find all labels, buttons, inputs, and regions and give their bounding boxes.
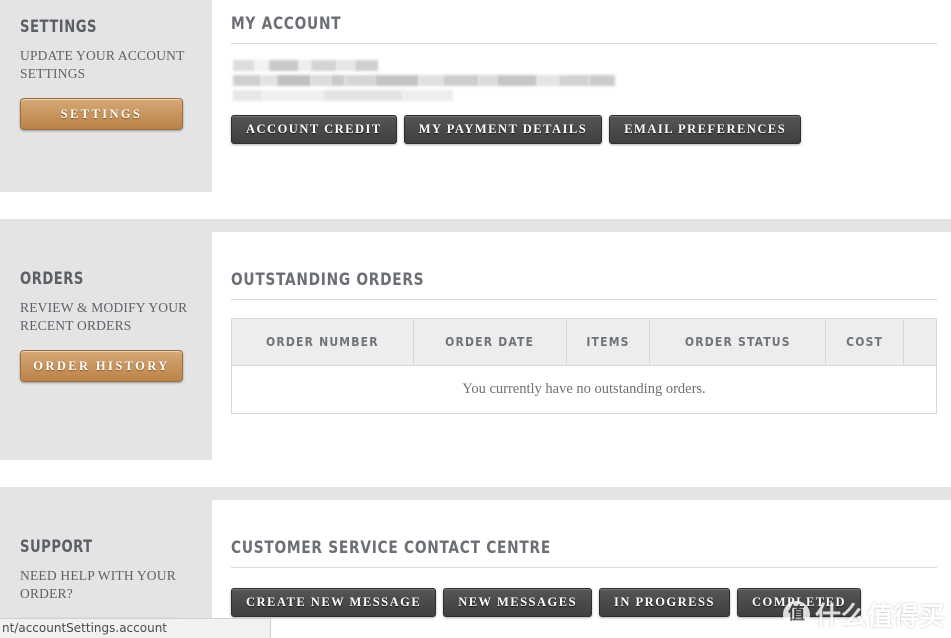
sidebar-title-support: SUPPORT — [20, 537, 93, 557]
redacted-line — [233, 75, 937, 86]
column-order-number: ORDER NUMBER — [231, 318, 414, 366]
new-messages-button[interactable]: NEW MESSAGES — [443, 588, 593, 617]
column-order-date: ORDER DATE — [412, 318, 567, 366]
support-action-buttons: CREATE NEW MESSAGE NEW MESSAGES IN PROGR… — [231, 588, 937, 617]
panel-my-account: MY ACCOUNT ACCOUNT CREDIT MY PAYMENT DET… — [212, 0, 951, 192]
sidebar-settings: SETTINGS UPDATE YOUR ACCOUNT SETTINGS SE… — [0, 0, 212, 192]
email-preferences-button[interactable]: EMAIL PREFERENCES — [609, 115, 802, 144]
settings-button[interactable]: SETTINGS — [20, 98, 183, 131]
account-credit-button[interactable]: ACCOUNT CREDIT — [231, 115, 397, 144]
section-settings: SETTINGS UPDATE YOUR ACCOUNT SETTINGS SE… — [0, 0, 951, 192]
sidebar-orders: ORDERS REVIEW & MODIFY YOUR RECENT ORDER… — [0, 232, 212, 460]
order-history-button[interactable]: ORDER HISTORY — [20, 350, 183, 383]
redacted-line — [233, 60, 937, 71]
sidebar-title-settings: SETTINGS — [20, 17, 98, 37]
panel-divider — [231, 43, 937, 44]
table-header-row: ORDER NUMBER ORDER DATE ITEMS ORDER STAT… — [231, 318, 937, 366]
column-order-status: ORDER STATUS — [649, 318, 827, 366]
panel-divider — [231, 567, 937, 568]
panel-title-outstanding-orders: OUTSTANDING ORDERS — [231, 270, 425, 290]
table-empty-row: You currently have no outstanding orders… — [231, 365, 937, 414]
empty-orders-message: You currently have no outstanding orders… — [231, 365, 937, 414]
sidebar-description-support: NEED HELP WITH YOUR ORDER? — [20, 567, 176, 601]
completed-button[interactable]: COMPLETED — [736, 588, 861, 617]
section-gap-gray-2 — [0, 487, 951, 500]
column-actions — [903, 318, 937, 366]
in-progress-button[interactable]: IN PROGRESS — [599, 588, 730, 617]
panel-outstanding-orders: OUTSTANDING ORDERS ORDER NUMBER ORDER DA… — [212, 232, 951, 460]
account-action-buttons: ACCOUNT CREDIT MY PAYMENT DETAILS EMAIL … — [231, 115, 937, 144]
panel-title-my-account: MY ACCOUNT — [231, 14, 342, 34]
redacted-account-details — [231, 56, 937, 115]
panel-title-customer-service: CUSTOMER SERVICE CONTACT CENTRE — [231, 538, 551, 558]
outstanding-orders-table: ORDER NUMBER ORDER DATE ITEMS ORDER STAT… — [231, 318, 937, 414]
sidebar-title-orders: ORDERS — [20, 269, 84, 289]
column-cost: COST — [825, 318, 905, 366]
browser-status-bar: nt/accountSettings.account — [0, 618, 271, 638]
panel-divider — [231, 299, 937, 300]
sidebar-description-orders: REVIEW & MODIFY YOUR RECENT ORDERS — [20, 299, 188, 333]
section-gap-white-1 — [0, 192, 951, 219]
redacted-line — [233, 90, 937, 101]
my-payment-details-button[interactable]: MY PAYMENT DETAILS — [403, 115, 603, 144]
section-gap-gray-1 — [0, 219, 951, 232]
account-settings-page: SETTINGS UPDATE YOUR ACCOUNT SETTINGS SE… — [0, 0, 951, 638]
create-new-message-button[interactable]: CREATE NEW MESSAGE — [231, 588, 437, 617]
panel-customer-service: CUSTOMER SERVICE CONTACT CENTRE CREATE N… — [212, 500, 951, 638]
sidebar-description-settings: UPDATE YOUR ACCOUNT SETTINGS — [20, 47, 185, 81]
section-orders: ORDERS REVIEW & MODIFY YOUR RECENT ORDER… — [0, 232, 951, 460]
column-items: ITEMS — [565, 318, 651, 366]
section-gap-white-2 — [0, 460, 951, 487]
